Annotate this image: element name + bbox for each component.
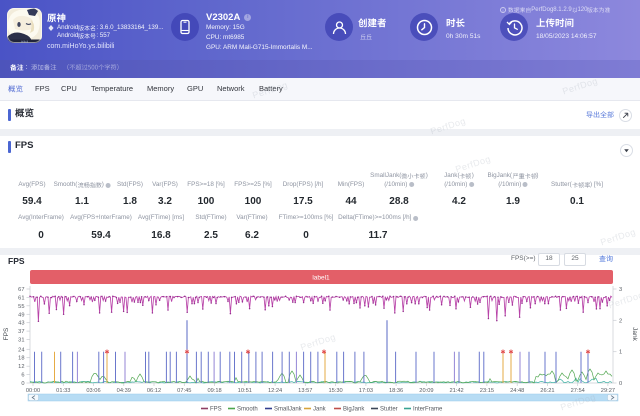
svg-text:BigJank: BigJank <box>343 407 365 413</box>
svg-text:31: 31 <box>18 338 24 344</box>
svg-text:0: 0 <box>21 381 24 387</box>
svg-text:04:39: 04:39 <box>117 388 131 394</box>
svg-text:FPS: FPS <box>3 327 10 340</box>
svg-text:03:06: 03:06 <box>86 388 100 394</box>
svg-text:61: 61 <box>18 295 24 301</box>
svg-text:20:09: 20:09 <box>419 388 433 394</box>
svg-text:55: 55 <box>18 304 24 310</box>
svg-text:37: 37 <box>18 329 24 335</box>
svg-text:InterFrame: InterFrame <box>413 407 443 413</box>
svg-text:Jank: Jank <box>313 407 327 413</box>
svg-text:3: 3 <box>619 287 622 293</box>
svg-text:06:12: 06:12 <box>147 388 161 394</box>
svg-text:01:33: 01:33 <box>56 388 70 394</box>
svg-text:09:18: 09:18 <box>207 388 221 394</box>
svg-text:21:42: 21:42 <box>449 388 463 394</box>
svg-text:Stutter: Stutter <box>380 407 398 413</box>
svg-text:29:27: 29:27 <box>601 388 615 394</box>
svg-text:00:00: 00:00 <box>26 388 40 394</box>
svg-text:12:24: 12:24 <box>268 388 282 394</box>
svg-text:17:03: 17:03 <box>359 388 373 394</box>
svg-text:Jank: Jank <box>631 327 638 341</box>
svg-text:Smooth: Smooth <box>237 407 258 413</box>
svg-text:12: 12 <box>18 364 24 370</box>
svg-text:0: 0 <box>619 381 622 387</box>
svg-text:13:57: 13:57 <box>298 388 312 394</box>
svg-text:24:48: 24:48 <box>510 388 524 394</box>
svg-text:15:30: 15:30 <box>328 388 342 394</box>
svg-text:18: 18 <box>18 356 24 362</box>
svg-text:6: 6 <box>21 373 24 379</box>
svg-text:18:36: 18:36 <box>389 388 403 394</box>
svg-text:67: 67 <box>18 287 24 293</box>
svg-text:1: 1 <box>619 350 622 356</box>
svg-text:24: 24 <box>18 347 24 353</box>
svg-text:2: 2 <box>619 318 622 324</box>
svg-text:43: 43 <box>18 321 24 327</box>
svg-text:23:15: 23:15 <box>480 388 494 394</box>
svg-text:SmallJank: SmallJank <box>274 407 303 413</box>
svg-text:27:54: 27:54 <box>571 388 585 394</box>
svg-text:26:21: 26:21 <box>540 388 554 394</box>
svg-text:10:51: 10:51 <box>238 388 252 394</box>
svg-text:label1: label1 <box>312 275 330 282</box>
svg-text:07:45: 07:45 <box>177 388 191 394</box>
svg-text:49: 49 <box>18 312 24 318</box>
svg-text:FPS: FPS <box>210 407 222 413</box>
